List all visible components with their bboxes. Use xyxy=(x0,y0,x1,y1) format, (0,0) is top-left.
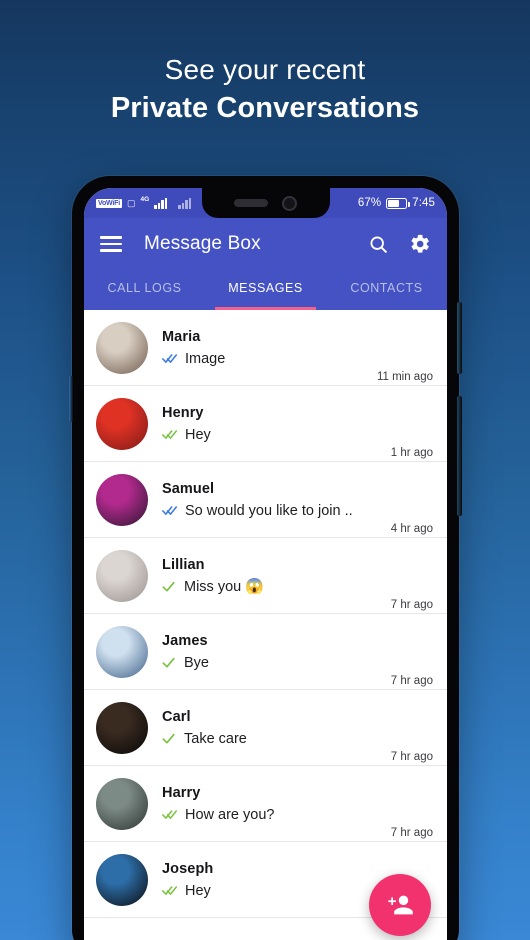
message-preview-text: Hey xyxy=(185,882,211,899)
earpiece-speaker-icon xyxy=(234,199,268,207)
headline-line-1: See your recent xyxy=(164,54,366,85)
message-timestamp: 7 hr ago xyxy=(390,827,433,839)
double-check-blue-icon xyxy=(162,354,178,363)
message-timestamp: 4 hr ago xyxy=(390,523,433,535)
phone-screen: VoWiFi ▢ 4G 67% 7:45 Message Box CALL LO… xyxy=(84,188,447,940)
message-preview-line: How are you? xyxy=(162,807,383,823)
battery-icon xyxy=(386,197,410,209)
avatar[interactable] xyxy=(96,853,148,906)
message-preview-line: Image xyxy=(162,351,369,367)
contact-name: Maria xyxy=(162,328,201,345)
conversation-row[interactable]: Harry How are you? 7 hr ago xyxy=(84,766,447,842)
clock-label: 7:45 xyxy=(412,197,435,209)
avatar[interactable] xyxy=(96,397,148,450)
signal-bars-sim1-icon xyxy=(154,197,168,209)
new-conversation-fab[interactable] xyxy=(369,874,431,936)
message-preview-line: Miss you 😱 xyxy=(162,579,383,595)
message-timestamp: 7 hr ago xyxy=(390,599,433,611)
message-emoji: 😱 xyxy=(245,578,264,595)
tab-contacts[interactable]: CONTACTS xyxy=(326,270,447,310)
battery-percent-label: 67% xyxy=(357,197,382,209)
double-check-green-icon xyxy=(162,886,178,895)
contact-name: James xyxy=(162,632,208,649)
message-timestamp: 7 hr ago xyxy=(390,675,433,687)
network-type-label: 4G xyxy=(140,196,150,204)
conversation-list[interactable]: Maria Image 11 min ago Henry Hey 1 hr ago Samu… xyxy=(84,310,447,940)
avatar[interactable] xyxy=(96,701,148,754)
message-timestamp: 1 hr ago xyxy=(390,447,433,459)
avatar[interactable] xyxy=(96,321,148,374)
phone-notch xyxy=(201,188,330,218)
phone-mockup-frame: VoWiFi ▢ 4G 67% 7:45 Message Box CALL LO… xyxy=(69,176,462,940)
status-bar-right: 67% 7:45 xyxy=(358,197,435,209)
conversation-row[interactable]: Maria Image 11 min ago xyxy=(84,310,447,386)
double-check-blue-icon xyxy=(162,506,178,515)
hd-voice-icon: ▢ xyxy=(126,197,136,208)
double-check-green-icon xyxy=(162,810,178,819)
conversation-row[interactable]: Carl Take care 7 hr ago xyxy=(84,690,447,766)
person-add-icon xyxy=(388,895,413,915)
app-bar-title: Message Box xyxy=(144,233,261,254)
conversation-row-body: Lillian Miss you 😱 xyxy=(162,557,383,595)
tab-call-logs[interactable]: CALL LOGS xyxy=(84,270,205,310)
conversation-row[interactable]: Samuel So would you like to join .. 4 hr a… xyxy=(84,462,447,538)
contact-name: Carl xyxy=(162,708,191,725)
tab-messages[interactable]: MESSAGES xyxy=(205,270,326,310)
avatar[interactable] xyxy=(96,473,148,526)
promo-headline: See your recent Private Conversations xyxy=(0,52,530,127)
message-preview-text: Bye xyxy=(184,654,209,671)
conversation-row[interactable]: Henry Hey 1 hr ago xyxy=(84,386,447,462)
signal-bars-sim2-icon xyxy=(178,197,192,209)
conversation-row[interactable]: Lillian Miss you 😱 7 hr ago xyxy=(84,538,447,614)
gear-icon[interactable] xyxy=(409,233,431,255)
tab-bar: CALL LOGS MESSAGES CONTACTS xyxy=(84,270,447,310)
message-preview-text: Take care xyxy=(184,730,247,747)
contact-name: Joseph xyxy=(162,860,214,877)
message-preview-text: How are you? xyxy=(185,806,275,823)
message-timestamp: 7 hr ago xyxy=(390,751,433,763)
conversation-row-body: Henry Hey xyxy=(162,405,383,443)
message-preview-line: Take care xyxy=(162,731,383,747)
double-check-green-icon xyxy=(162,430,178,439)
single-check-icon xyxy=(162,657,175,668)
status-bar-left: VoWiFi ▢ 4G xyxy=(96,196,192,209)
message-preview-text: So would you like to join .. xyxy=(185,502,353,519)
message-preview-line: Bye xyxy=(162,655,383,671)
message-preview-text: Hey xyxy=(185,426,211,443)
conversation-row-body: Harry How are you? xyxy=(162,785,383,823)
phone-left-button[interactable] xyxy=(69,376,73,422)
front-camera-icon xyxy=(282,195,297,211)
app-bar-actions xyxy=(368,233,431,255)
message-preview-text: Image xyxy=(185,350,226,367)
contact-name: Henry xyxy=(162,404,204,421)
headline-line-2: Private Conversations xyxy=(110,91,420,124)
avatar[interactable] xyxy=(96,549,148,602)
conversation-row-body: Carl Take care xyxy=(162,709,383,747)
contact-name: Lillian xyxy=(162,556,205,573)
contact-name: Samuel xyxy=(162,480,215,497)
conversation-row-body: Samuel So would you like to join .. xyxy=(162,481,383,519)
search-icon[interactable] xyxy=(368,234,389,255)
vowifi-icon: VoWiFi xyxy=(96,198,122,208)
avatar[interactable] xyxy=(96,777,148,830)
message-preview-text: Miss you xyxy=(184,578,242,595)
single-check-icon xyxy=(162,581,175,592)
message-preview-line: Hey xyxy=(162,427,383,443)
conversation-row-body: Maria Image xyxy=(162,329,369,367)
contact-name: Harry xyxy=(162,784,201,801)
app-bar: Message Box xyxy=(84,218,447,270)
conversation-row[interactable]: James Bye 7 hr ago xyxy=(84,614,447,690)
conversation-row-body: James Bye xyxy=(162,633,383,671)
message-preview-line: So would you like to join .. xyxy=(162,503,383,519)
message-timestamp: 11 min ago xyxy=(376,371,433,383)
phone-power-button[interactable] xyxy=(457,396,462,516)
avatar[interactable] xyxy=(96,625,148,678)
phone-volume-button[interactable] xyxy=(457,302,462,374)
hamburger-menu-icon[interactable] xyxy=(100,236,122,252)
single-check-icon xyxy=(162,733,175,744)
